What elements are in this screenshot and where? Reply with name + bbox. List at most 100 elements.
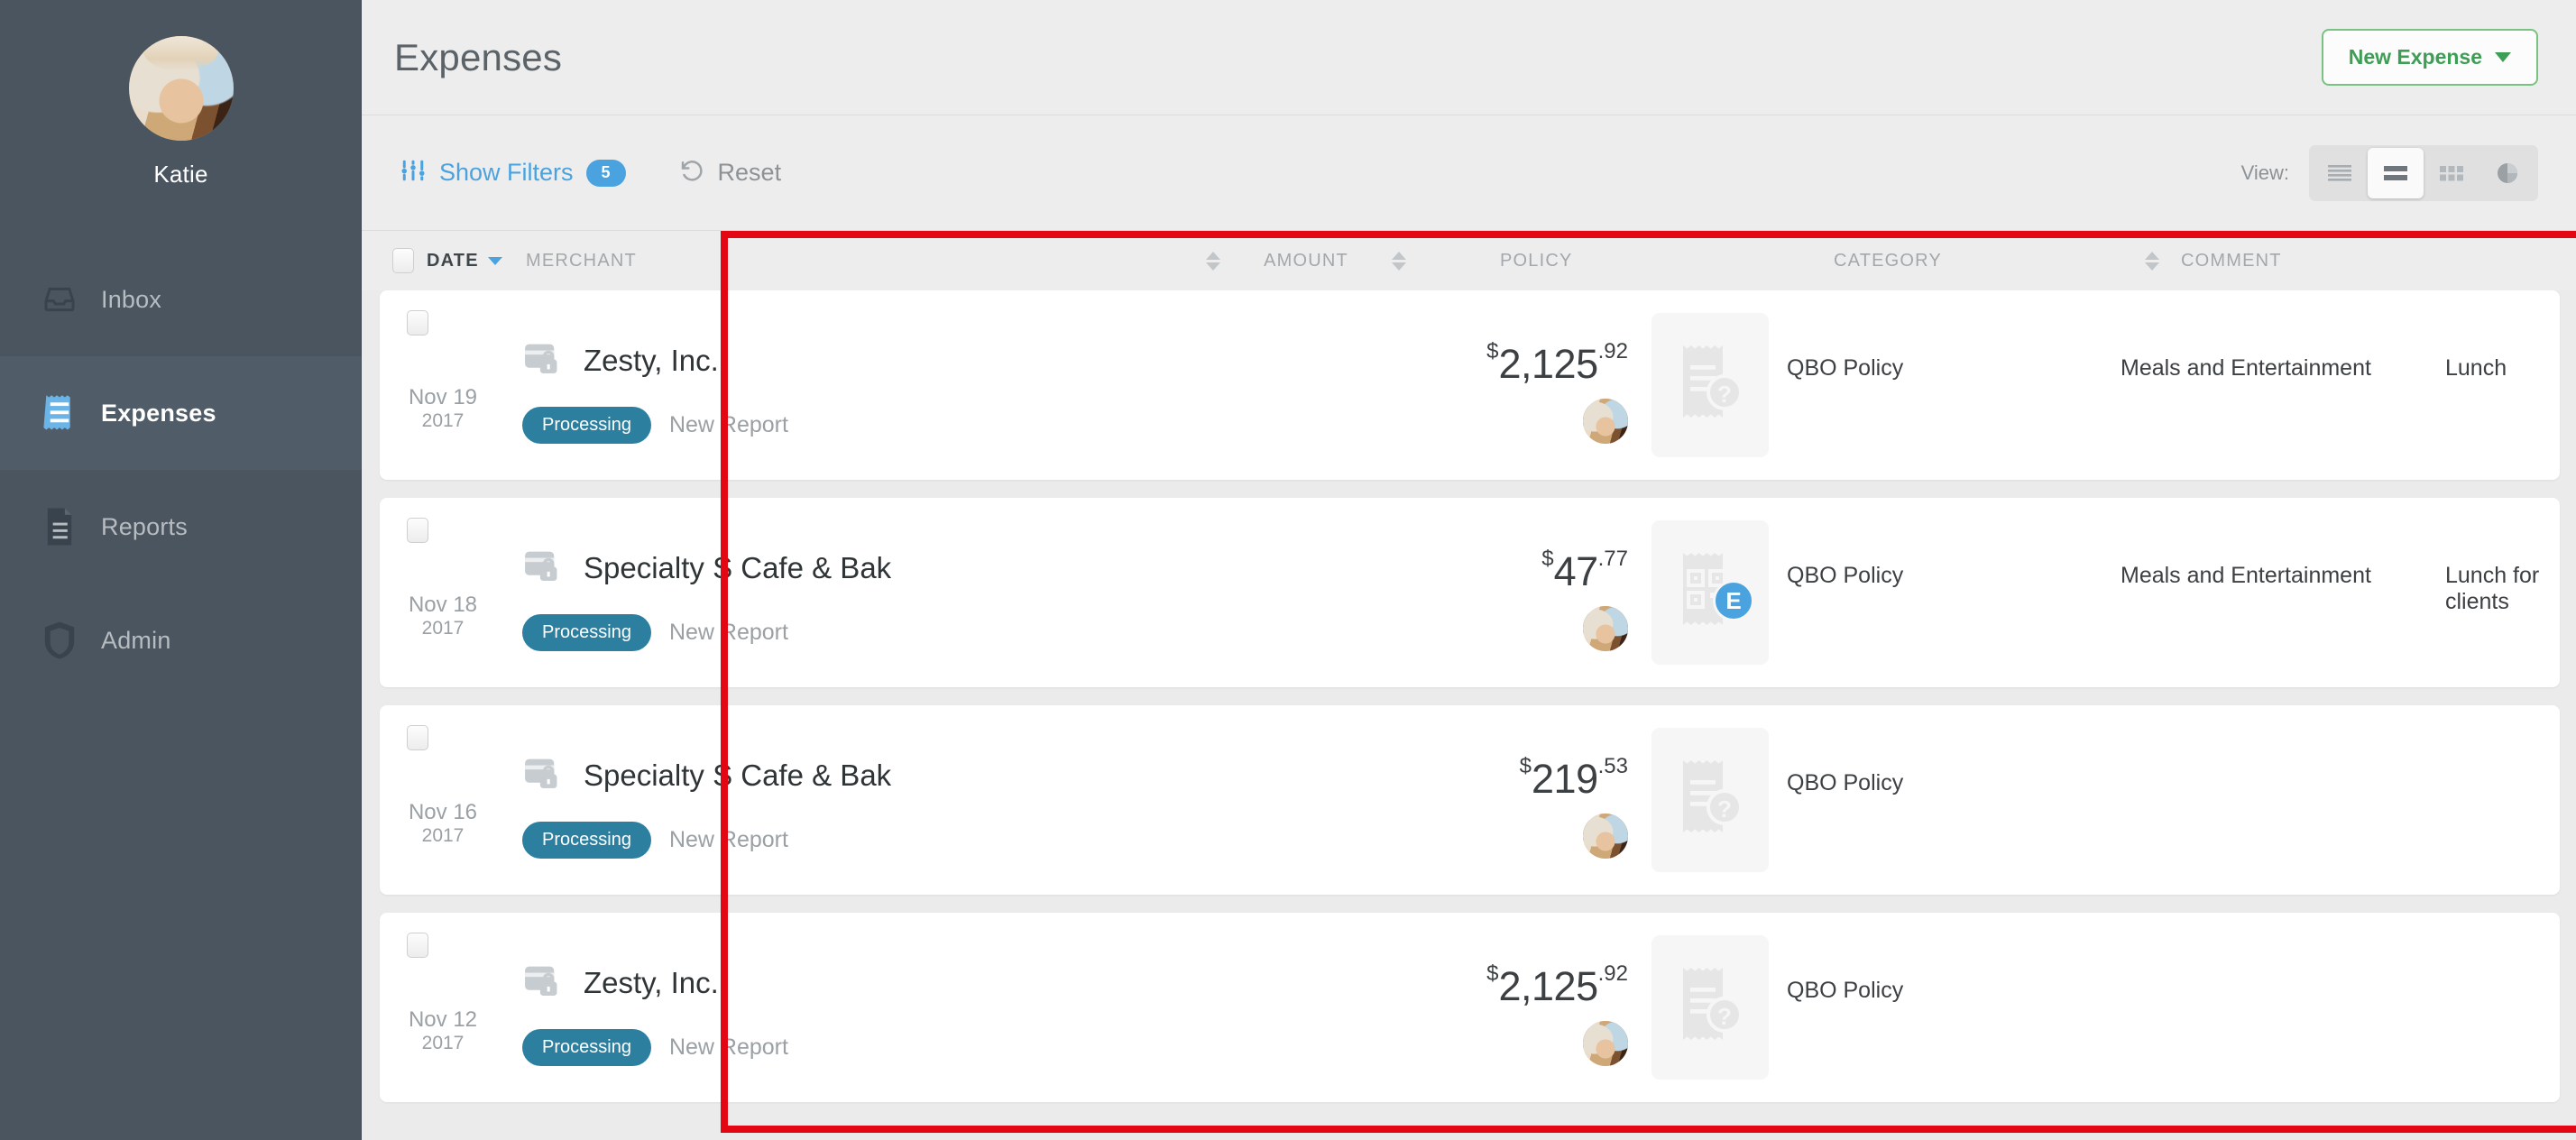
grid-icon <box>2440 165 2463 180</box>
column-header-comment[interactable]: COMMENT <box>2181 251 2576 271</box>
view-button-group <box>2309 144 2538 201</box>
shield-icon <box>31 621 88 660</box>
receipt-thumbnail[interactable]: ? <box>1651 313 1769 457</box>
row-date-monthday: Nov 18 <box>408 592 478 617</box>
column-label-date: DATE <box>427 250 479 271</box>
row-date-monthday: Nov 19 <box>408 384 478 409</box>
avatar[interactable] <box>128 36 234 141</box>
view-compact-list-button[interactable] <box>2368 147 2424 198</box>
cell-category: Meals and Entertainment <box>2121 290 2445 480</box>
status-badge: Processing <box>522 1029 651 1066</box>
row-owner-avatar[interactable] <box>1583 1021 1628 1066</box>
view-grid-button[interactable] <box>2424 148 2479 198</box>
row-date-year: 2017 <box>421 410 465 432</box>
sort-desc-icon <box>487 256 502 265</box>
sort-both-icon <box>1206 251 1220 271</box>
cell-merchant: Specialty S Cafe & Bak Processing New Re… <box>506 705 1327 895</box>
page-header: Expenses New Expense <box>362 0 2576 115</box>
compact-rows-icon <box>2384 165 2407 180</box>
show-filters-button[interactable]: Show Filters 5 <box>400 157 626 188</box>
row-amount-integer: 2,125 <box>1498 341 1599 387</box>
expense-list: Nov 19 2017 Zesty, Inc. Processing New R… <box>362 290 2576 1102</box>
receipt-missing-icon: ? <box>1676 342 1744 429</box>
sidebar-item-label: Admin <box>101 626 171 654</box>
column-label-policy: POLICY <box>1500 250 1573 271</box>
svg-text:?: ? <box>1717 795 1732 822</box>
table-row[interactable]: Nov 12 2017 Zesty, Inc. Processing New R… <box>380 913 2560 1102</box>
card-lock-icon <box>522 752 564 798</box>
cell-category <box>2121 913 2445 1102</box>
merchant-sort-control[interactable] <box>1157 251 1220 271</box>
cell-receipt: ? E <box>1633 498 1787 687</box>
column-label-amount: AMOUNT <box>1264 250 1348 271</box>
row-checkbox[interactable] <box>407 310 428 336</box>
row-checkbox[interactable] <box>407 725 428 750</box>
row-amount-integer: 219 <box>1532 756 1598 802</box>
row-report-name[interactable]: New Report <box>669 827 788 853</box>
row-date-year: 2017 <box>421 825 465 847</box>
filter-toolbar-left: Show Filters 5 Reset <box>400 157 781 188</box>
inbox-icon <box>31 281 88 317</box>
row-report-name[interactable]: New Report <box>669 1034 788 1061</box>
row-report-name[interactable]: New Report <box>669 620 788 646</box>
card-lock-icon <box>522 960 564 1006</box>
row-owner-avatar[interactable] <box>1583 399 1628 444</box>
row-merchant-name: Zesty, Inc. <box>584 343 719 377</box>
table-row[interactable]: Nov 19 2017 Zesty, Inc. Processing New R… <box>380 290 2560 480</box>
column-header-date[interactable]: DATE <box>427 251 526 271</box>
row-checkbox[interactable] <box>407 518 428 543</box>
filter-sliders-icon <box>400 157 427 188</box>
category-sort-control[interactable] <box>2145 251 2181 271</box>
cell-date: Nov 16 2017 <box>380 705 506 895</box>
column-header-merchant[interactable]: MERCHANT <box>526 251 1157 271</box>
cell-policy: QBO Policy <box>1787 498 2121 687</box>
row-policy: QBO Policy <box>1787 355 1904 381</box>
cell-comment <box>2445 705 2560 895</box>
view-label: View: <box>2240 161 2289 184</box>
row-date-year: 2017 <box>421 618 465 639</box>
row-report-name[interactable]: New Report <box>669 412 788 438</box>
column-header-policy[interactable]: POLICY <box>1500 251 1834 271</box>
row-comment: Lunch <box>2445 355 2507 381</box>
sidebar-nav: Inbox Expenses Reports Admin <box>0 243 362 697</box>
receipt-thumbnail[interactable]: ? E <box>1651 520 1769 665</box>
cell-merchant: Zesty, Inc. Processing New Report <box>506 290 1327 480</box>
expense-app: Katie Inbox Expenses Reports Admin Expen… <box>0 0 2576 1140</box>
column-header-category[interactable]: CATEGORY <box>1834 251 2145 271</box>
view-list-button[interactable] <box>2312 148 2368 198</box>
amount-sort-control[interactable] <box>1392 251 1500 271</box>
cell-comment <box>2445 913 2560 1102</box>
row-owner-avatar[interactable] <box>1583 606 1628 651</box>
main-content: Expenses New Expense Show Filters 5 Rese… <box>362 0 2576 1140</box>
column-header-amount[interactable]: AMOUNT <box>1220 251 1392 271</box>
row-owner-avatar[interactable] <box>1583 814 1628 859</box>
sidebar-item-admin[interactable]: Admin <box>0 584 362 697</box>
row-amount-currency: $ <box>1519 754 1532 778</box>
row-amount-cents: .92 <box>1597 339 1628 363</box>
cell-receipt: ? <box>1633 913 1787 1102</box>
cell-receipt: ? <box>1633 705 1787 895</box>
chevron-down-icon <box>2495 52 2511 62</box>
reset-button[interactable]: Reset <box>678 157 781 188</box>
sidebar-item-inbox[interactable]: Inbox <box>0 243 362 356</box>
table-row[interactable]: Nov 16 2017 Specialty S Cafe & Bak Proce… <box>380 705 2560 895</box>
receipt-thumbnail[interactable]: ? <box>1651 935 1769 1080</box>
table-row[interactable]: Nov 18 2017 Specialty S Cafe & Bak Proce… <box>380 498 2560 687</box>
status-badge: Processing <box>522 822 651 859</box>
select-all-checkbox[interactable] <box>392 248 414 273</box>
sidebar-item-expenses[interactable]: Expenses <box>0 356 362 470</box>
status-badge: Processing <box>522 614 651 651</box>
sidebar-user-block: Katie <box>0 0 362 188</box>
view-chart-button[interactable] <box>2479 148 2535 198</box>
row-amount-cents: .92 <box>1597 961 1628 986</box>
row-checkbox[interactable] <box>407 933 428 958</box>
cell-merchant: Zesty, Inc. Processing New Report <box>506 913 1327 1102</box>
row-category: Meals and Entertainment <box>2121 355 2371 381</box>
filter-count-badge: 5 <box>585 159 626 187</box>
row-amount: $47.77 <box>1541 547 1628 595</box>
sidebar-item-reports[interactable]: Reports <box>0 470 362 584</box>
row-amount: $2,125.92 <box>1486 961 1628 1010</box>
receipt-thumbnail[interactable]: ? <box>1651 728 1769 872</box>
new-expense-button[interactable]: New Expense <box>2321 29 2538 86</box>
cell-merchant: Specialty S Cafe & Bak Processing New Re… <box>506 498 1327 687</box>
